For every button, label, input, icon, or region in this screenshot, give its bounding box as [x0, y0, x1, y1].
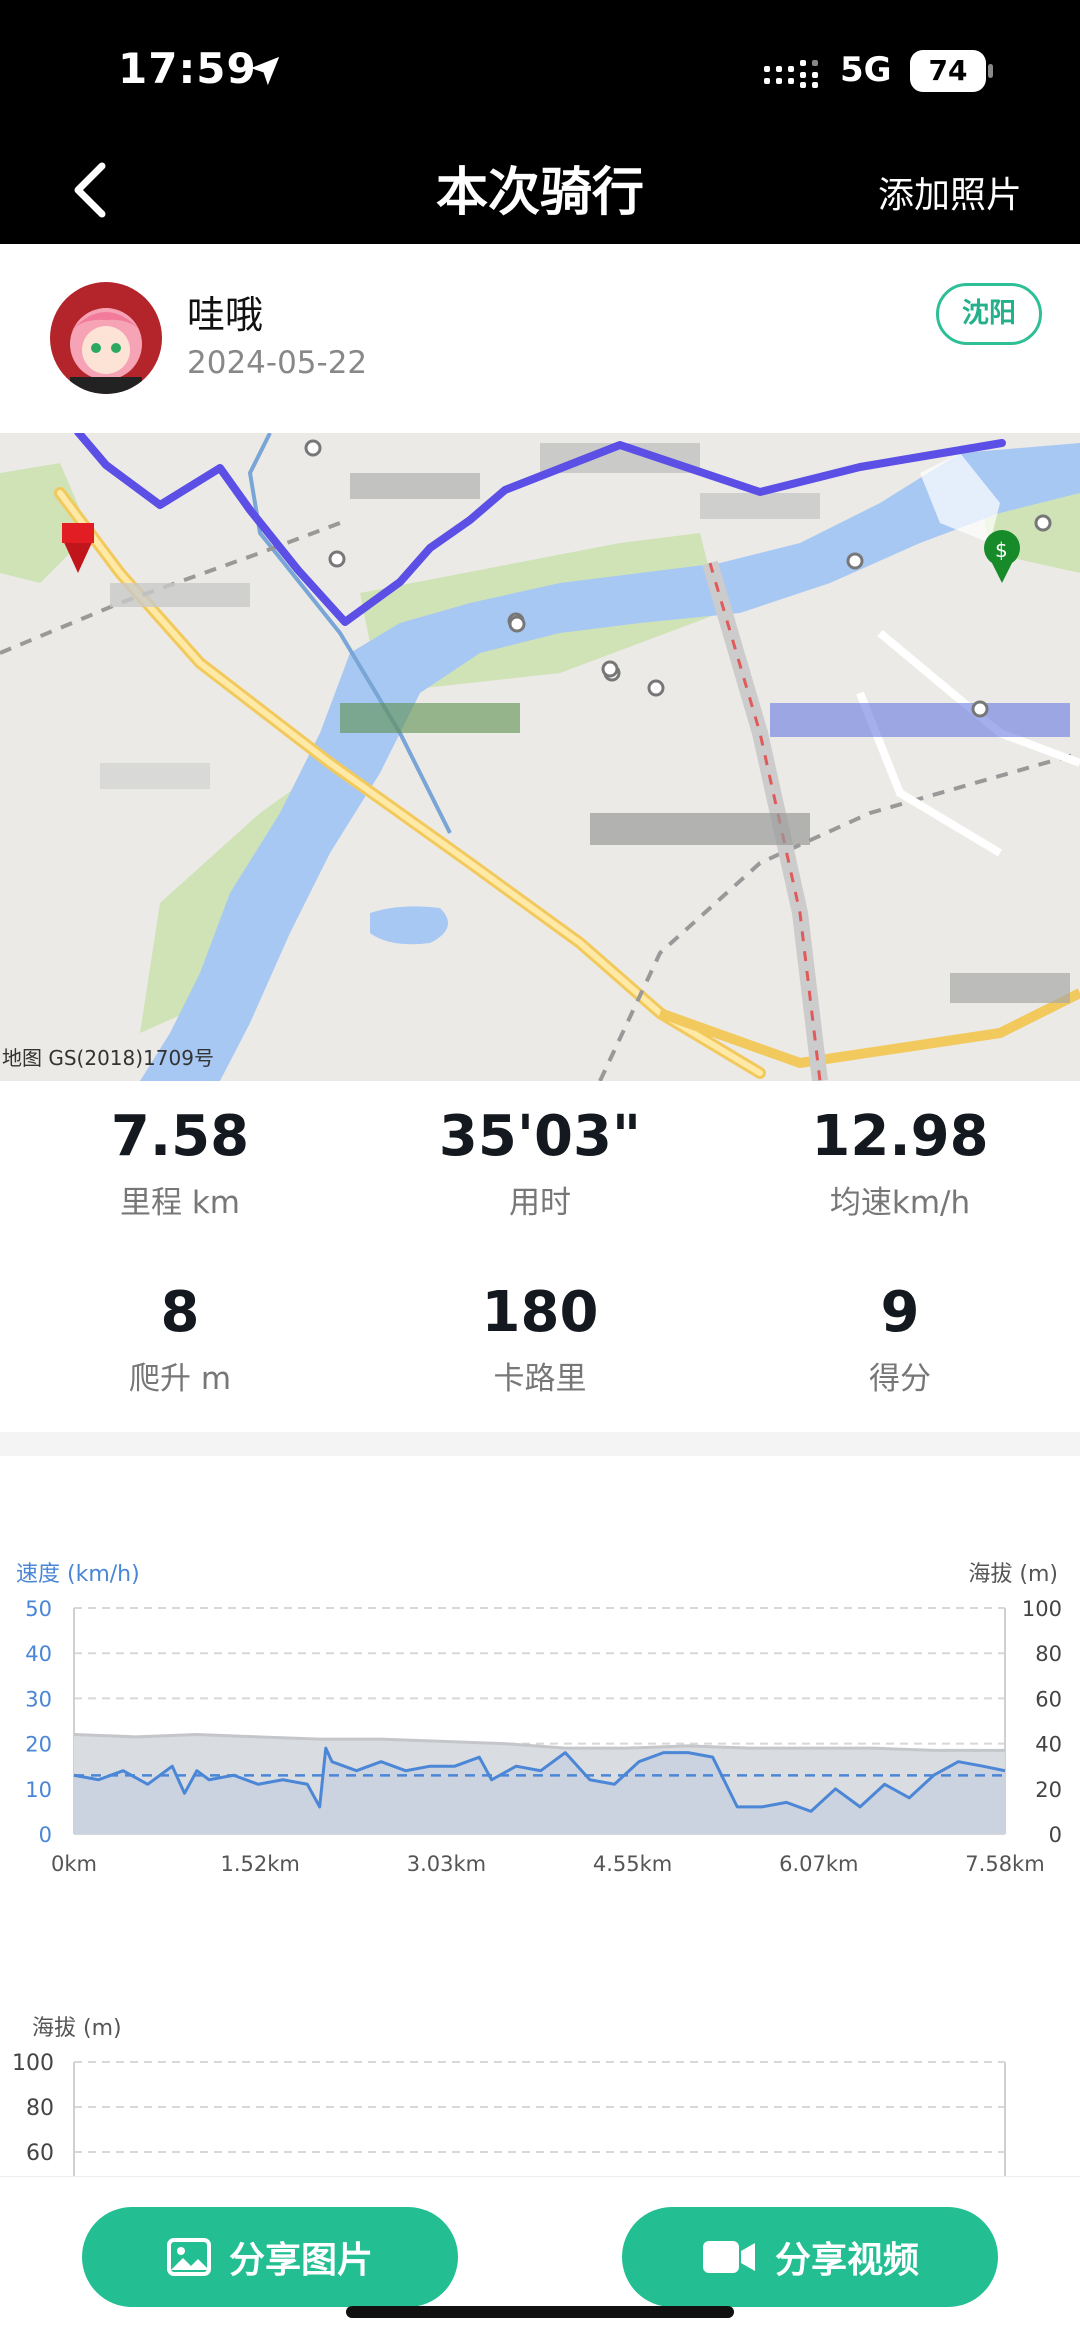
- share-image-label: 分享图片: [228, 2240, 373, 2281]
- duration-label: 用时: [509, 1185, 571, 1221]
- altitude-chart[interactable]: 海拔 (m) 100 80 60: [0, 2002, 1080, 2176]
- x-tick-label: 7.58km: [965, 1852, 1044, 1876]
- altitude-tick-label: 20: [1035, 1778, 1062, 1802]
- top-header: 17:59 5G 74 本次骑行 添加照片: [0, 0, 1080, 244]
- score-value: 9: [880, 1280, 920, 1345]
- distance-value: 7.58: [110, 1104, 250, 1169]
- add-photo-button[interactable]: 添加照片: [878, 166, 1022, 218]
- altitude-tick-label: 60: [26, 2141, 54, 2166]
- route-map[interactable]: $ 地图 GS(2018)1709号: [0, 433, 1080, 1081]
- altitude-tick-label: 100: [12, 2051, 54, 2076]
- distance-label: 里程 km: [119, 1185, 240, 1221]
- speed-altitude-chart[interactable]: 速度 (km/h) 海拔 (m) 50 100 40 80 30 60 20 40 10 20 0 0…: [0, 1550, 1080, 1880]
- x-tick-label: 6.07km: [779, 1852, 858, 1876]
- stat-duration: 35'03" 用时: [360, 1104, 720, 1222]
- battery-level: 74: [910, 50, 986, 92]
- home-indicator: [346, 2306, 734, 2318]
- speed-altitude-plot: 50 100 40 80 30 60 20 40 10 20 0 0 0km 1.52km 3.03km 4.…: [25, 1597, 1062, 1876]
- share-video-button[interactable]: 分享视频: [622, 2207, 998, 2307]
- location-arrow-icon: [250, 56, 280, 86]
- altitude-tick-label: 80: [1035, 1642, 1062, 1666]
- duration-value: 35'03": [438, 1104, 642, 1169]
- city-badge[interactable]: 沈阳: [936, 283, 1042, 345]
- ride-date: 2024-05-22: [187, 345, 368, 381]
- stat-distance: 7.58 里程 km: [0, 1104, 360, 1222]
- speed-tick-label: 0: [39, 1823, 52, 1847]
- speed-tick-label: 20: [25, 1733, 52, 1757]
- climb-value: 8: [160, 1280, 200, 1345]
- stat-score: 9 得分: [720, 1280, 1080, 1398]
- altitude-tick-label: 60: [1035, 1687, 1062, 1711]
- signal-icon: [764, 60, 818, 88]
- network-type: 5G: [840, 50, 892, 90]
- share-image-button[interactable]: 分享图片: [82, 2207, 458, 2307]
- x-tick-label: 4.55km: [593, 1852, 672, 1876]
- altitude-plot: 100 80 60: [12, 2051, 1006, 2176]
- image-icon: [166, 2238, 211, 2276]
- share-video-label: 分享视频: [774, 2240, 919, 2281]
- svg-text:$: $: [995, 538, 1008, 562]
- speed-tick-label: 40: [25, 1642, 52, 1666]
- x-tick-label: 1.52km: [221, 1852, 300, 1876]
- altitude-tick-label: 0: [1049, 1823, 1062, 1847]
- altitude-tick-label: 80: [26, 2096, 54, 2121]
- map-credit: 地图 GS(2018)1709号: [2, 1046, 214, 1070]
- speed-tick-label: 10: [25, 1778, 52, 1802]
- map-canvas: $: [0, 433, 1080, 1081]
- stat-avg-speed: 12.98 均速km/h: [720, 1104, 1080, 1222]
- user-name: 哇哦: [187, 293, 264, 337]
- avatar[interactable]: [50, 282, 162, 394]
- speed-tick-label: 50: [25, 1597, 52, 1621]
- score-label: 得分: [869, 1361, 931, 1397]
- avg-speed-label: 均速km/h: [829, 1185, 971, 1221]
- altitude-tick-label: 100: [1022, 1597, 1062, 1621]
- x-tick-label: 0km: [51, 1852, 97, 1876]
- battery-icon: [988, 64, 993, 78]
- altitude-tick-label: 40: [1035, 1733, 1062, 1757]
- status-time: 17:59: [118, 44, 257, 93]
- stat-climb: 8 爬升 m: [0, 1280, 360, 1398]
- x-tick-label: 3.03km: [407, 1852, 486, 1876]
- section-divider: [0, 1432, 1080, 1456]
- video-camera-icon: [702, 2241, 755, 2273]
- climb-label: 爬升 m: [128, 1361, 232, 1397]
- avg-speed-value: 12.98: [811, 1104, 989, 1169]
- speed-tick-label: 30: [25, 1687, 52, 1711]
- calories-label: 卡路里: [493, 1361, 587, 1397]
- stat-calories: 180 卡路里: [360, 1280, 720, 1398]
- calories-value: 180: [481, 1280, 599, 1345]
